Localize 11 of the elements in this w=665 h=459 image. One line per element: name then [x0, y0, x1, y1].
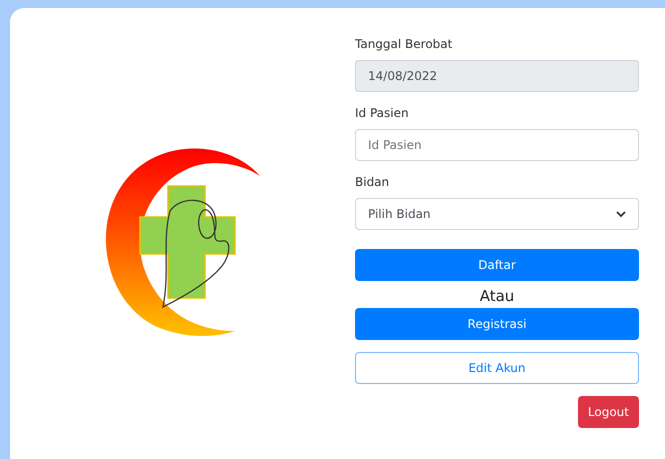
input-field[interactable]: Id Pasien: [355, 129, 639, 161]
chevron-down-icon: [616, 210, 626, 218]
logout-button[interactable]: Logout: [578, 396, 639, 428]
field-label: Bidan: [355, 175, 390, 189]
primary-button[interactable]: Daftar: [355, 249, 639, 281]
field-label: Id Pasien: [355, 106, 409, 120]
separator-text: Atau: [480, 287, 514, 305]
primary-button[interactable]: Registrasi: [355, 308, 639, 340]
outline-button[interactable]: Edit Akun: [355, 352, 639, 384]
field-label: Tanggal Berobat: [355, 37, 452, 51]
select-dropdown[interactable]: Pilih Bidan: [355, 198, 639, 230]
